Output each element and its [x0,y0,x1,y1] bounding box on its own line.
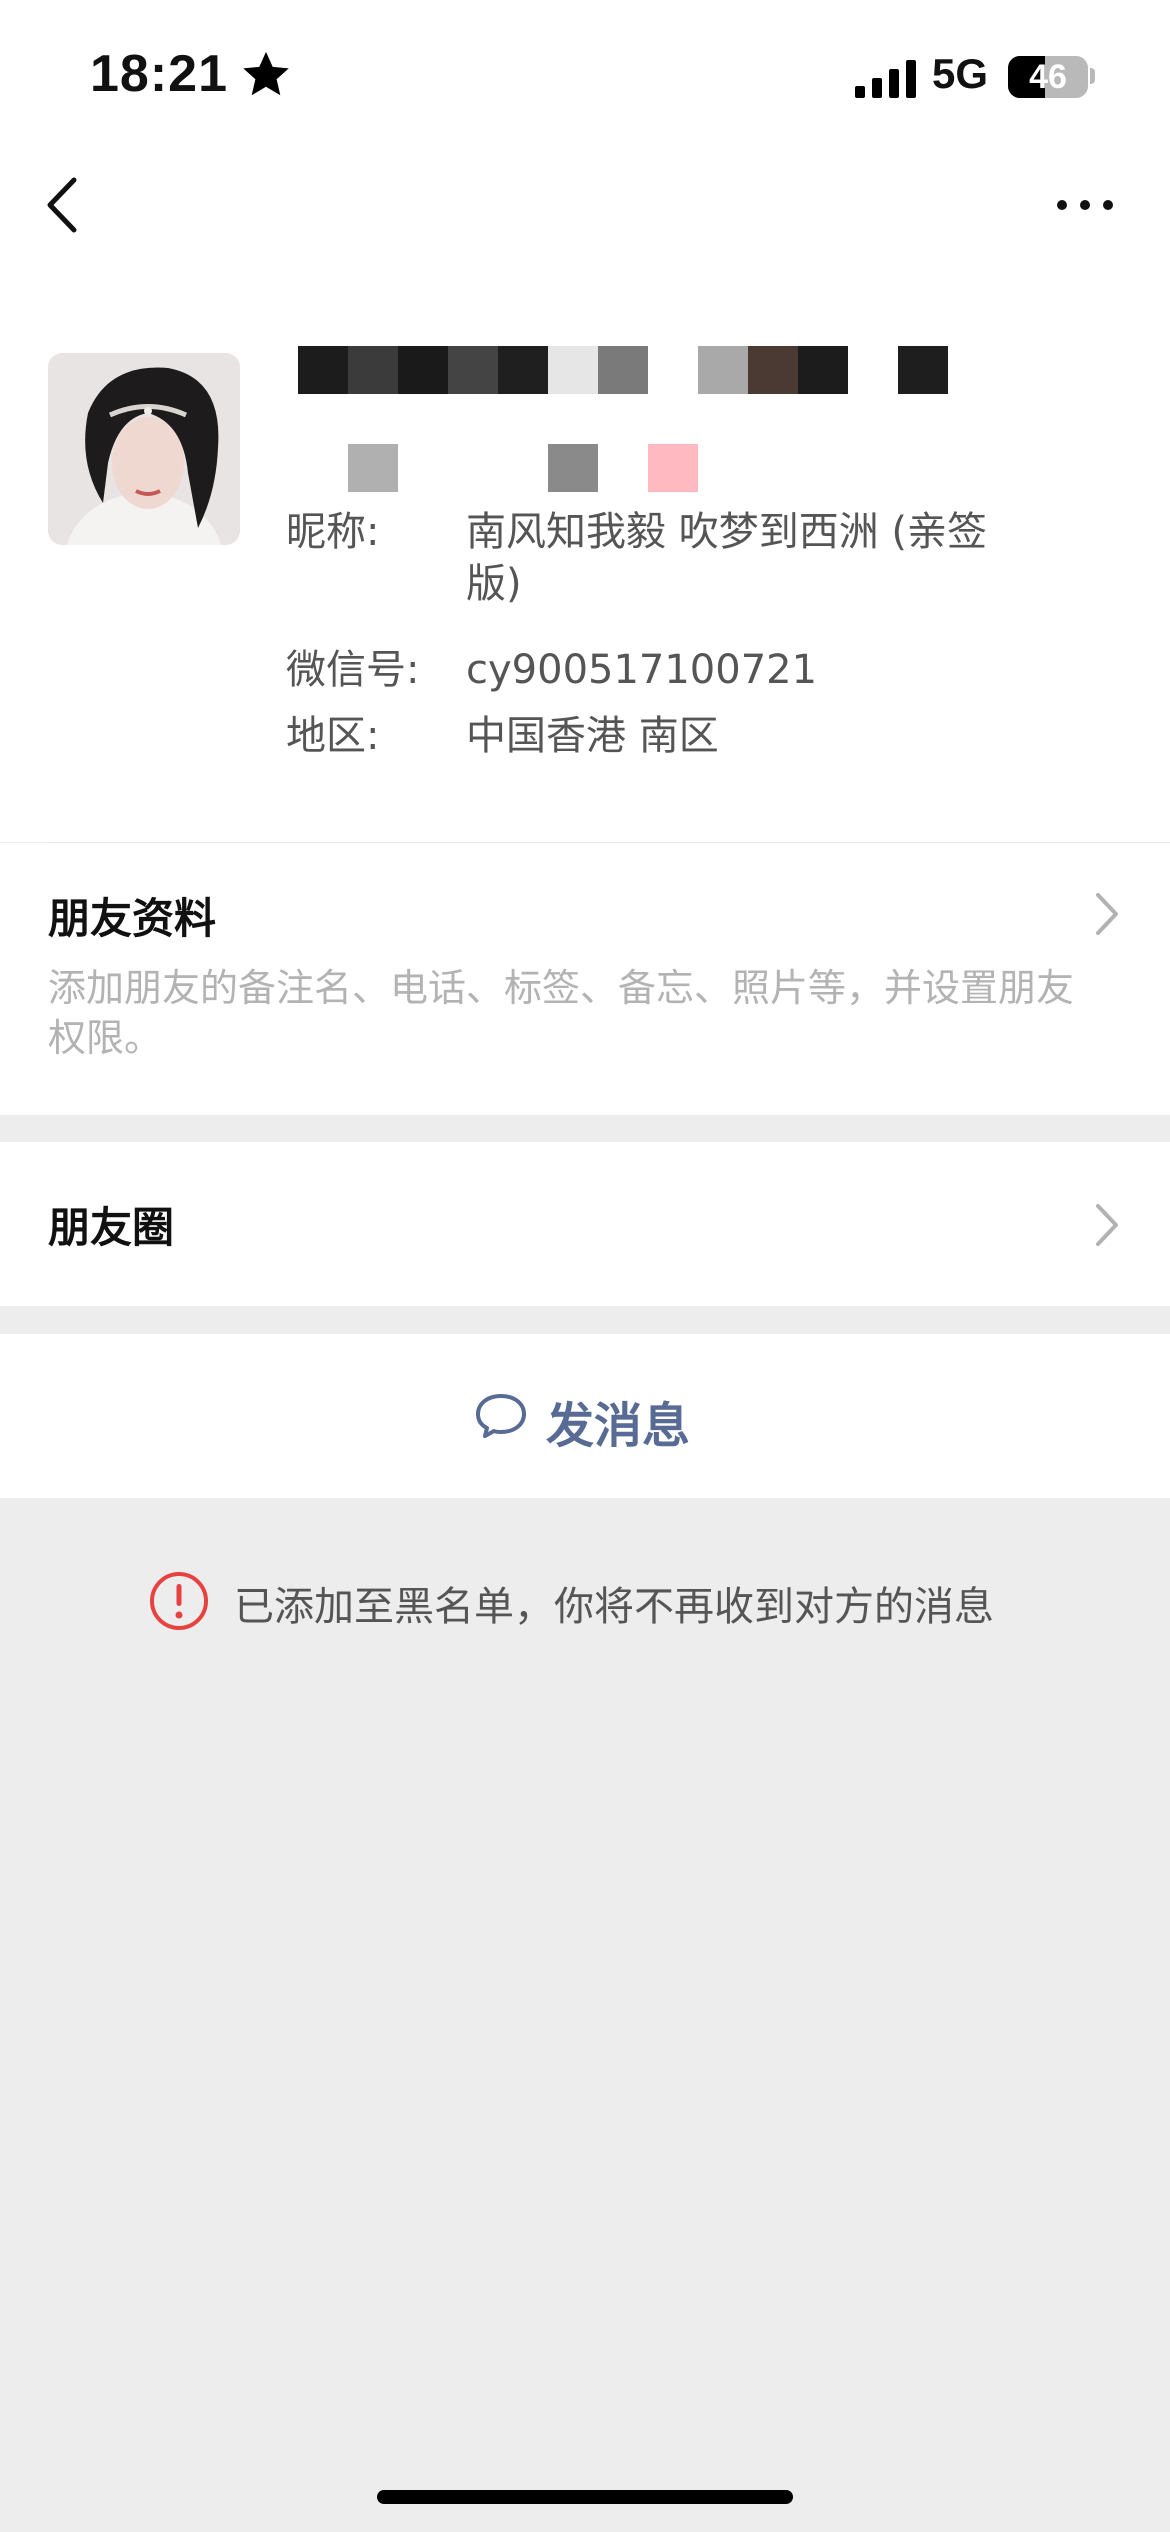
star-icon [243,51,289,96]
blacklist-notice-text: 已添加至黑名单，你将不再收到对方的消息 [234,1584,994,1630]
status-bar: 18:21 5G 46 [0,0,1170,150]
more-icon[interactable] [1050,180,1120,230]
battery-tip [1090,68,1095,84]
region-label: 地区: [286,713,380,759]
wechat-id-label: 微信号: [286,647,420,693]
send-message-label: 发消息 [546,1398,691,1454]
chevron-right-icon [1096,893,1118,935]
back-arrow-icon[interactable] [40,170,90,240]
moments-title: 朋友圈 [48,1203,175,1252]
friend-info-cell[interactable]: 朋友资料 添加朋友的备注名、电话、标签、备忘、照片等，并设置朋友权限。 [0,843,1170,1115]
home-indicator[interactable] [377,2490,793,2504]
battery-level: 46 [1029,58,1067,96]
nickname-value: 南风知我毅 吹梦到西洲 (亲签版) [466,509,988,607]
wechat-id-value: cy900517100721 [466,647,818,693]
signal-icon [855,60,916,98]
send-message-button[interactable]: 发消息 [0,1334,1170,1498]
warning-icon [150,1572,208,1630]
region-value: 中国香港 南区 [466,713,719,759]
redacted-name-mosaic [298,346,948,492]
profile-header: 昵称: 南风知我毅 吹梦到西洲 (亲签版) 微信号: cy90051710072… [0,270,1170,843]
moments-cell[interactable]: 朋友圈 [0,1142,1170,1306]
nav-bar [0,150,1170,270]
chevron-right-icon [1096,1204,1118,1246]
friend-info-title: 朋友资料 [48,894,217,943]
network-type: 5G [932,50,989,97]
nickname-label: 昵称: [286,509,380,555]
status-time: 18:21 [90,45,228,103]
battery-icon: 46 [1008,56,1088,98]
avatar[interactable] [48,353,240,545]
friend-info-description: 添加朋友的备注名、电话、标签、备忘、照片等，并设置朋友权限。 [48,966,1075,1060]
chat-bubble-icon [476,1394,526,1438]
